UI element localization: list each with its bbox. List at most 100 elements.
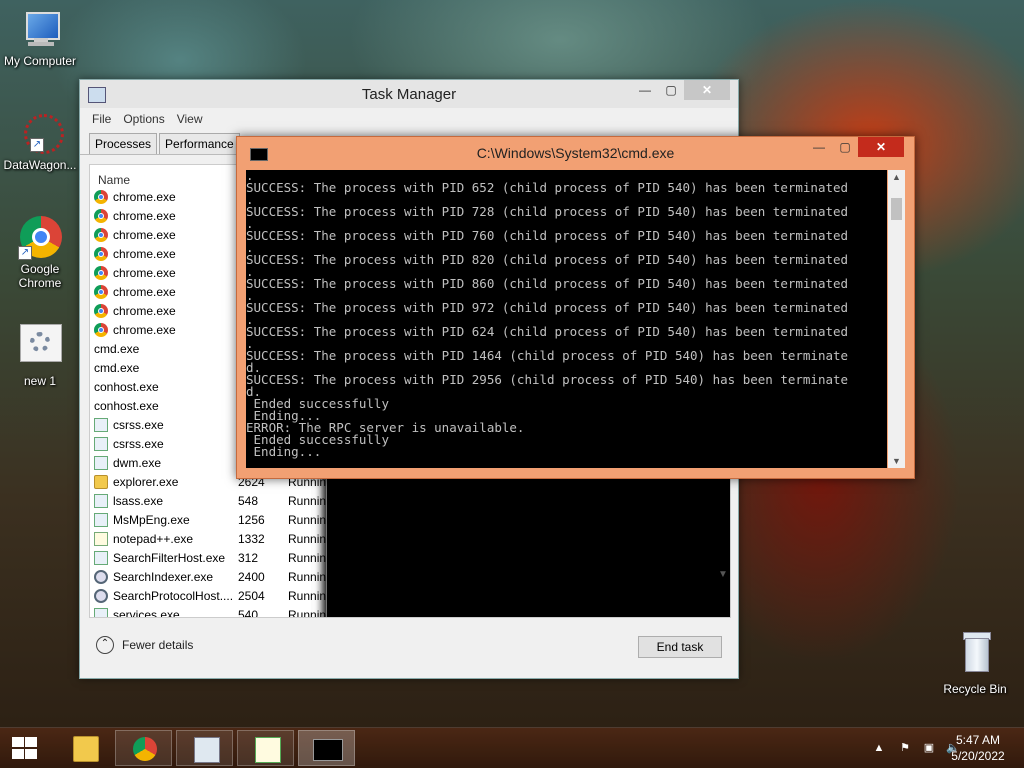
tab-performance[interactable]: Performance bbox=[159, 133, 240, 154]
menu-file[interactable]: File bbox=[92, 112, 111, 126]
process-name-cell: services.exe bbox=[90, 607, 238, 617]
process-pid: 540 bbox=[238, 607, 259, 618]
desktop-icon-datawagon[interactable]: ↗ DataWagon... bbox=[0, 112, 80, 172]
computer-icon bbox=[18, 8, 62, 52]
process-name: chrome.exe bbox=[113, 322, 176, 337]
process-name-cell: MsMpEng.exe bbox=[90, 512, 238, 527]
menu-options[interactable]: Options bbox=[123, 112, 164, 126]
process-name-cell: csrss.exe bbox=[90, 417, 238, 432]
taskbar-cmd[interactable] bbox=[298, 730, 355, 766]
minimize-button[interactable]: — bbox=[806, 137, 832, 157]
process-name: SearchIndexer.exe bbox=[113, 569, 214, 584]
datawagon-icon: ↗ bbox=[18, 112, 64, 156]
console-line: Ending... bbox=[246, 444, 322, 459]
process-name: chrome.exe bbox=[113, 208, 176, 223]
minimize-button[interactable]: — bbox=[632, 80, 658, 100]
search-indexer-icon bbox=[94, 569, 108, 584]
clock[interactable]: 5:47 AM 5/20/2022 bbox=[948, 732, 1008, 764]
process-name: SearchFilterHost.exe bbox=[113, 550, 226, 565]
fewer-details-button[interactable]: ⌃ Fewer details bbox=[96, 636, 193, 654]
process-name: explorer.exe bbox=[113, 474, 179, 489]
task-manager-titlebar[interactable]: Task Manager — ▢ ✕ bbox=[80, 80, 738, 108]
generic-process-icon bbox=[94, 512, 108, 527]
cmd-window: C:\Windows\System32\cmd.exe — ▢ ✕ . SUCCE… bbox=[236, 136, 915, 479]
desktop-icon-recycle-bin[interactable]: Recycle Bin bbox=[935, 630, 1015, 696]
process-name-cell: chrome.exe bbox=[90, 284, 238, 299]
generic-process-icon bbox=[94, 493, 108, 508]
process-name-cell: chrome.exe bbox=[90, 189, 238, 204]
process-name-cell: notepad++.exe bbox=[90, 531, 238, 546]
maximize-button[interactable]: ▢ bbox=[832, 137, 858, 157]
scroll-down-icon[interactable]: ▼ bbox=[716, 569, 730, 599]
desktop-icon-label: new 1 bbox=[23, 374, 57, 388]
console-line: SUCCESS: The process with PID 728 (child… bbox=[246, 204, 849, 219]
taskbar-task-manager[interactable] bbox=[176, 730, 233, 766]
chevron-up-icon: ⌃ bbox=[96, 636, 114, 654]
process-name: csrss.exe bbox=[113, 417, 164, 432]
desktop-icon-new-1[interactable]: new 1 bbox=[0, 322, 80, 388]
process-name-cell: chrome.exe bbox=[90, 208, 238, 223]
chrome-icon bbox=[94, 189, 108, 204]
process-name-cell: dwm.exe bbox=[90, 455, 238, 470]
start-button[interactable] bbox=[10, 737, 38, 759]
settings-file-icon bbox=[18, 322, 62, 366]
console-output[interactable]: . SUCCESS: The process with PID 652 (chil… bbox=[246, 170, 887, 468]
clock-date: 5/20/2022 bbox=[951, 749, 1005, 763]
chrome-icon bbox=[94, 284, 108, 299]
chrome-icon bbox=[94, 303, 108, 318]
process-name: dwm.exe bbox=[113, 455, 162, 470]
process-name: notepad++.exe bbox=[113, 531, 194, 546]
process-name: chrome.exe bbox=[113, 265, 176, 280]
process-name-cell: lsass.exe bbox=[90, 493, 238, 508]
process-pid: 312 bbox=[238, 550, 259, 565]
process-name-cell: SearchIndexer.exe bbox=[90, 569, 238, 584]
generic-process-icon bbox=[94, 550, 108, 565]
process-name: lsass.exe bbox=[113, 493, 164, 508]
cmd-icon bbox=[313, 739, 343, 761]
chrome-icon bbox=[133, 737, 157, 761]
cmd-titlebar[interactable]: C:\Windows\System32\cmd.exe — ▢ ✕ bbox=[237, 137, 914, 165]
taskbar-chrome[interactable] bbox=[115, 730, 172, 766]
chevron-up-icon[interactable]: ▲ bbox=[872, 741, 886, 755]
scroll-thumb[interactable] bbox=[891, 198, 902, 220]
generic-process-icon bbox=[94, 607, 108, 617]
tab-processes[interactable]: Processes bbox=[89, 133, 158, 154]
desktop-icon-google-chrome[interactable]: ↗ Google Chrome bbox=[0, 216, 80, 290]
process-name: csrss.exe bbox=[113, 436, 164, 451]
task-manager-footer: ⌃ Fewer details End task bbox=[80, 618, 738, 678]
process-name-cell: explorer.exe bbox=[90, 474, 238, 489]
scroll-up-icon[interactable]: ▲ bbox=[888, 172, 905, 182]
process-name: MsMpEng.exe bbox=[113, 512, 190, 527]
desktop-icon-my-computer[interactable]: My Computer bbox=[0, 8, 80, 68]
end-task-button[interactable]: End task bbox=[638, 636, 722, 658]
action-center-flag-icon[interactable]: ⚑ bbox=[898, 741, 912, 755]
console-line: SUCCESS: The process with PID 820 (child… bbox=[246, 252, 849, 267]
console-line: Ended successfully bbox=[246, 432, 389, 447]
folder-icon bbox=[73, 736, 99, 762]
shortcut-arrow-icon: ↗ bbox=[18, 246, 32, 260]
console-scrollbar[interactable]: ▲ ▼ bbox=[888, 170, 905, 468]
maximize-button[interactable]: ▢ bbox=[658, 80, 684, 100]
desktop-icon-label: Recycle Bin bbox=[943, 682, 1007, 696]
menu-view[interactable]: View bbox=[177, 112, 203, 126]
process-name-cell: conhost.exe bbox=[90, 301, 730, 617]
process-name: conhost.exe bbox=[94, 379, 159, 394]
search-indexer-icon bbox=[94, 588, 108, 603]
process-name-cell: chrome.exe bbox=[90, 303, 238, 318]
taskbar: ▲ ⚑ ▣ 🔈 5:47 AM 5/20/2022 bbox=[0, 727, 1024, 768]
notepad-icon bbox=[255, 737, 281, 763]
process-name: SearchProtocolHost.... bbox=[113, 588, 234, 603]
process-name-cell: csrss.exe bbox=[90, 436, 238, 451]
desktop-icon-label: Google Chrome bbox=[18, 262, 62, 290]
console-line: Ended successfully bbox=[246, 396, 389, 411]
scroll-down-icon[interactable]: ▼ bbox=[888, 456, 905, 466]
taskbar-notepad-plus-plus[interactable] bbox=[237, 730, 294, 766]
console-line: SUCCESS: The process with PID 760 (child… bbox=[246, 228, 849, 243]
folder-icon bbox=[94, 474, 108, 489]
process-pid: 548 bbox=[238, 493, 259, 508]
taskbar-file-explorer[interactable] bbox=[56, 730, 113, 766]
network-icon[interactable]: ▣ bbox=[922, 741, 936, 755]
process-name-cell: chrome.exe bbox=[90, 322, 238, 337]
close-button[interactable]: ✕ bbox=[858, 137, 904, 157]
close-button[interactable]: ✕ bbox=[684, 80, 730, 100]
